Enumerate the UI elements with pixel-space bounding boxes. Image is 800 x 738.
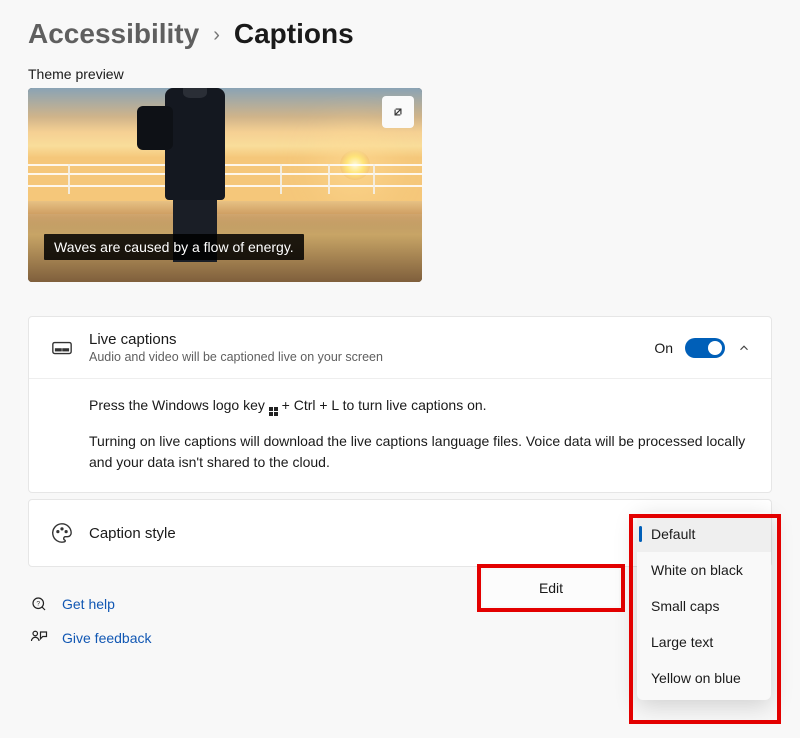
shortcut-text-pre: Press the Windows logo key xyxy=(89,397,269,413)
caption-style-panel: Caption style Edit Default White on blac… xyxy=(28,499,772,567)
edit-button[interactable]: Edit xyxy=(483,570,619,606)
live-captions-description: Turning on live captions will download t… xyxy=(89,431,751,474)
option-yellow-on-blue[interactable]: Yellow on blue xyxy=(637,660,771,696)
caption-style-dropdown: Default White on black Small caps Large … xyxy=(637,512,771,700)
live-captions-title: Live captions xyxy=(89,331,654,348)
page-title: Captions xyxy=(234,18,354,50)
caption-sample-text: Waves are caused by a flow of energy. xyxy=(44,234,304,260)
live-captions-body: Press the Windows logo key + Ctrl + L to… xyxy=(29,378,771,492)
live-captions-toggle[interactable] xyxy=(685,338,725,358)
option-small-caps[interactable]: Small caps xyxy=(637,588,771,624)
expand-icon[interactable] xyxy=(382,96,414,128)
option-white-on-black[interactable]: White on black xyxy=(637,552,771,588)
windows-key-icon xyxy=(269,407,278,416)
shortcut-text-post: + Ctrl + L to turn live captions on. xyxy=(282,397,487,413)
chevron-up-icon[interactable] xyxy=(737,341,751,355)
breadcrumb-parent[interactable]: Accessibility xyxy=(28,18,199,50)
option-large-text[interactable]: Large text xyxy=(637,624,771,660)
give-feedback-link[interactable]: Give feedback xyxy=(62,630,152,646)
live-captions-row[interactable]: Live captions Audio and video will be ca… xyxy=(29,317,771,378)
theme-preview-label: Theme preview xyxy=(28,66,772,82)
palette-icon xyxy=(49,522,75,544)
toggle-state-label: On xyxy=(654,340,673,356)
get-help-link[interactable]: Get help xyxy=(62,596,115,612)
live-captions-subtitle: Audio and video will be captioned live o… xyxy=(89,350,654,364)
theme-preview: Waves are caused by a flow of energy. xyxy=(28,88,422,282)
help-icon: ? xyxy=(30,595,48,613)
live-captions-panel: Live captions Audio and video will be ca… xyxy=(28,316,772,493)
captions-icon xyxy=(49,337,75,359)
svg-text:?: ? xyxy=(36,601,40,608)
chevron-right-icon: › xyxy=(213,24,220,47)
option-default[interactable]: Default xyxy=(637,516,771,552)
breadcrumb: Accessibility › Captions xyxy=(28,18,772,50)
feedback-icon xyxy=(30,629,48,647)
